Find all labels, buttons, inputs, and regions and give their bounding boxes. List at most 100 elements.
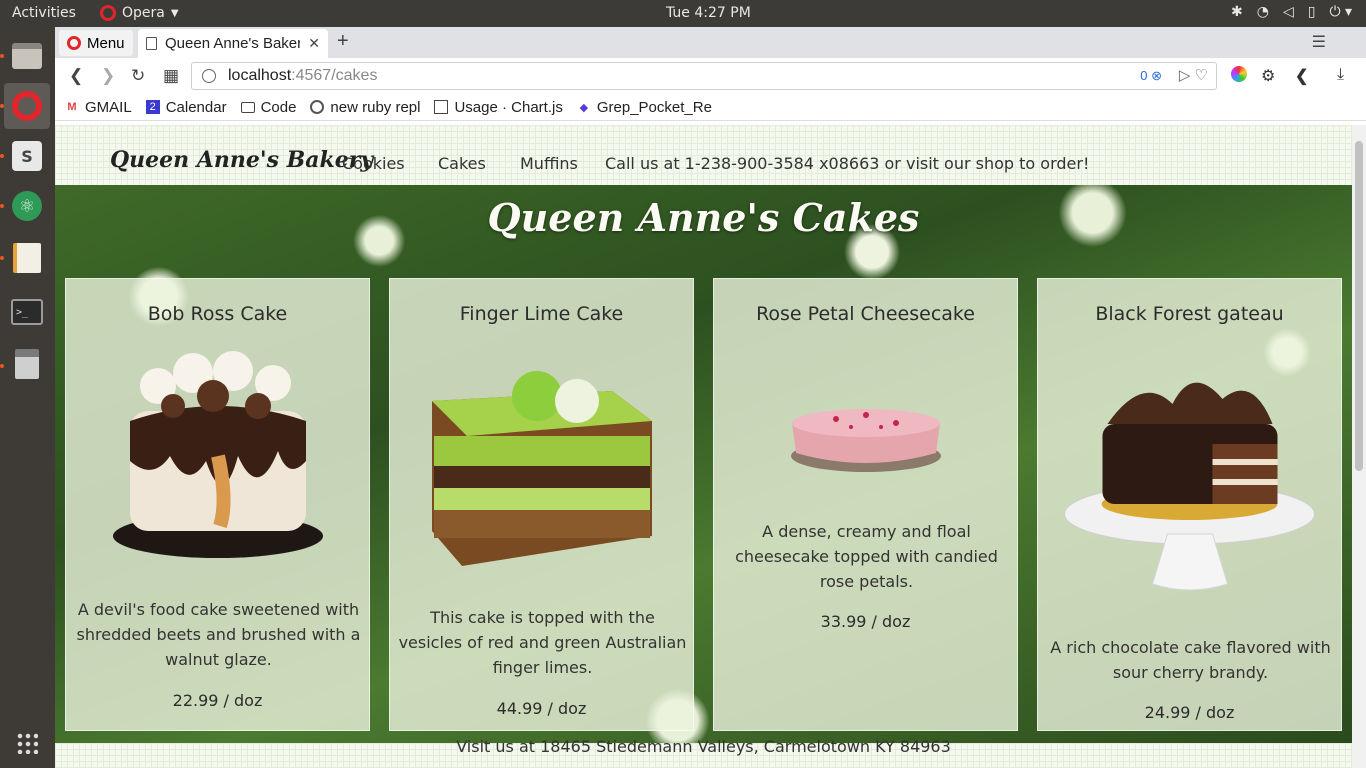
bookmark-ruby-repl[interactable]: new ruby repl: [310, 99, 420, 116]
cake-card: Bob Ross Cake A devil's food cake sweete…: [65, 278, 370, 731]
dock: S ⚛ >_: [0, 27, 55, 768]
nav-call-text: Call us at 1-238-900-3584 x08663 or visi…: [605, 154, 1090, 173]
cake-image: [112, 351, 323, 558]
dock-opera[interactable]: [4, 83, 50, 129]
cake-price: 22.99 / doz: [172, 691, 263, 710]
bookmark-label: Grep_Pocket_Re: [596, 98, 712, 116]
book-icon: [434, 100, 449, 114]
bookmark-grep-pocket[interactable]: ◆ Grep_Pocket_Re: [577, 99, 712, 116]
site-brand[interactable]: Queen Anne's Bakery: [110, 147, 373, 173]
cake-description: A devil's food cake sweetened with shred…: [76, 600, 361, 669]
system-tray[interactable]: ✱ ◔ ◁ ▯ ⏻ ▾: [1231, 4, 1352, 20]
close-tab-icon[interactable]: ✕: [308, 35, 320, 52]
adblock-badge[interactable]: 0 ⊗: [1140, 68, 1162, 84]
url-actions: ▷ ♡: [1179, 66, 1208, 84]
nav-cookies[interactable]: Cookies: [342, 154, 405, 173]
cake-name: Rose Petal Cheesecake: [756, 303, 975, 325]
running-indicator: [0, 256, 4, 260]
sidebar-toggle-icon[interactable]: ❮: [1295, 66, 1308, 86]
running-indicator: [0, 204, 4, 208]
scrollbar-thumb[interactable]: [1355, 141, 1363, 471]
app-name: Opera: [122, 5, 165, 21]
running-indicator: [0, 104, 4, 108]
accessibility-icon[interactable]: ✱: [1231, 4, 1243, 20]
running-indicator: [0, 54, 4, 58]
app-menu[interactable]: Opera ▼: [100, 5, 179, 21]
cake-price: 44.99 / doz: [496, 699, 587, 718]
bookmark-label: Usage · Chart.js: [454, 98, 563, 116]
adblock-count: 0: [1140, 68, 1148, 83]
wifi-icon[interactable]: ◔: [1257, 4, 1269, 20]
calculator-icon: [15, 349, 39, 379]
nav-muffins[interactable]: Muffins: [520, 154, 578, 173]
tab-title: Queen Anne's Baker: [165, 35, 301, 52]
back-icon[interactable]: ❮: [69, 66, 83, 86]
dock-calculator[interactable]: [4, 341, 50, 387]
dock-terminal[interactable]: >_: [4, 289, 50, 335]
tab-menu-icon[interactable]: ☰: [1312, 32, 1326, 52]
settings-gear-icon[interactable]: ⚙: [1261, 66, 1275, 86]
files-icon: [12, 43, 42, 69]
page-icon: [146, 37, 157, 50]
volume-icon[interactable]: ◁: [1283, 4, 1294, 20]
cakes-hero: Queen Anne's Cakes Bob Ross Cake A devil…: [55, 185, 1352, 743]
send-icon[interactable]: ▷: [1179, 67, 1191, 84]
cake-card: Black Forest gateau A rich chocolate cak…: [1037, 278, 1342, 731]
slack-icon: S: [12, 141, 42, 171]
terminal-icon: >_: [11, 299, 43, 325]
browser-window: Menu Queen Anne's Baker ✕ + ☰ ❮ ❯ ↻ ▦ lo…: [55, 27, 1366, 768]
activities-button[interactable]: Activities: [12, 5, 76, 21]
bookmark-code[interactable]: Code: [240, 98, 297, 116]
running-indicator: [0, 154, 4, 158]
clock[interactable]: Tue 4:27 PM: [666, 5, 751, 21]
calendar-icon: 2: [145, 100, 160, 114]
opera-icon: [67, 36, 81, 50]
bookmark-label: Calendar: [165, 98, 227, 116]
nav-cakes[interactable]: Cakes: [438, 154, 486, 173]
dock-slack[interactable]: S: [4, 133, 50, 179]
hero-title: Queen Anne's Cakes: [487, 195, 920, 240]
page-viewport: Queen Anne's Bakery Cookies Cakes Muffin…: [55, 125, 1352, 768]
bookmark-chartjs[interactable]: Usage · Chart.js: [434, 98, 563, 116]
bookmark-label: GMAIL: [85, 98, 132, 116]
cake-image: [431, 371, 652, 566]
system-top-bar: Activities Opera ▼ Tue 4:27 PM ✱ ◔ ◁ ▯ ⏻…: [0, 0, 1366, 27]
url-host: localhost: [228, 67, 292, 84]
download-icon[interactable]: ⤓: [1337, 66, 1344, 84]
running-indicator: [0, 364, 4, 368]
reload-icon[interactable]: ↻: [131, 66, 145, 86]
url-path: :4567/cakes: [291, 67, 378, 84]
forward-icon[interactable]: ❯: [101, 66, 115, 86]
bookmark-calendar[interactable]: 2 Calendar: [145, 98, 227, 116]
color-picker-icon[interactable]: [1231, 66, 1247, 87]
address-bar-row: ❮ ❯ ↻ ▦ localhost:4567/cakes 0 ⊗ ▷ ♡ ⚙ ❮…: [55, 58, 1366, 94]
folder-icon: [240, 101, 255, 113]
text-editor-icon: [13, 243, 41, 273]
atom-icon: ⚛: [12, 191, 42, 221]
speed-dial-icon[interactable]: ▦: [163, 66, 179, 86]
gmail-icon: M: [67, 101, 77, 113]
opera-menu-button[interactable]: Menu: [59, 30, 133, 56]
repl-icon: [310, 100, 325, 114]
globe-icon: [202, 69, 216, 83]
site-navbar: Queen Anne's Bakery Cookies Cakes Muffin…: [55, 125, 1352, 185]
pocket-icon: ◆: [579, 101, 589, 114]
dock-files[interactable]: [4, 33, 50, 79]
bookmark-label: Code: [260, 98, 297, 116]
cake-card: Rose Petal Cheesecake A dense, creamy an…: [713, 278, 1018, 731]
cake-name: Finger Lime Cake: [459, 303, 624, 325]
new-tab-button[interactable]: +: [337, 30, 349, 53]
cake-description: A rich chocolate cake flavored with sour…: [1050, 638, 1331, 682]
page-scrollbar[interactable]: [1352, 125, 1366, 768]
heart-icon[interactable]: ♡: [1195, 67, 1208, 84]
power-menu-icon[interactable]: ⏻ ▾: [1329, 4, 1352, 20]
show-applications-icon[interactable]: [16, 732, 38, 754]
chevron-down-icon: ▼: [170, 7, 179, 19]
battery-icon[interactable]: ▯: [1308, 4, 1316, 20]
bookmark-gmail[interactable]: M GMAIL: [65, 98, 132, 116]
url-field[interactable]: localhost:4567/cakes 0 ⊗ ▷ ♡: [191, 62, 1217, 90]
tab-active[interactable]: Queen Anne's Baker ✕: [138, 29, 328, 58]
dock-text-editor[interactable]: [4, 235, 50, 281]
dock-atom[interactable]: ⚛: [4, 183, 50, 229]
tab-strip: Menu Queen Anne's Baker ✕ + ☰: [55, 27, 1366, 58]
